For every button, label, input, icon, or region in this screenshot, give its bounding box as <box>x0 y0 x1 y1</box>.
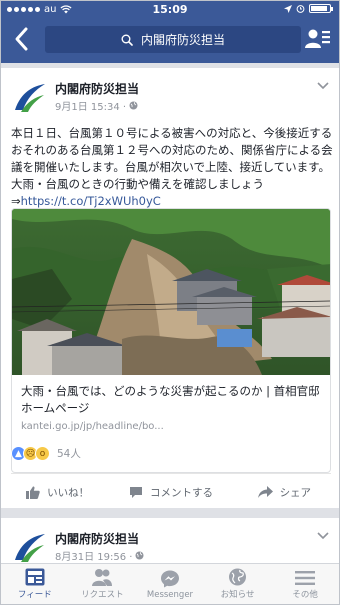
tab-label: Messenger <box>146 590 194 600</box>
wow-reaction-icon: o <box>35 446 50 461</box>
messenger-icon <box>160 570 179 588</box>
chevron-down-icon[interactable] <box>317 82 329 90</box>
nav-bar: 内閣府防災担当 <box>1 23 339 57</box>
page-name[interactable]: 内閣府防災担当 <box>55 530 139 547</box>
link-preview[interactable]: 大雨・台風では、どのような災害が起こるのか | 首相官邸ホームページ kante… <box>11 208 331 473</box>
tab-feed[interactable]: フィード <box>1 564 69 604</box>
tab-notifications[interactable]: お知らせ <box>204 564 272 604</box>
share-arrow-icon <box>257 486 273 498</box>
tab-label: リクエスト <box>81 590 124 600</box>
link-preview-domain: kantei.go.jp/jp/headline/bo... <box>21 421 164 432</box>
comment-icon <box>129 486 142 498</box>
share-label: シェア <box>279 486 312 499</box>
share-button[interactable]: シェア <box>228 478 339 506</box>
divider <box>11 473 331 474</box>
alarm-icon <box>296 5 305 13</box>
reaction-count: 54人 <box>57 448 81 460</box>
globe-icon <box>229 568 247 586</box>
comment-label: コメントする <box>149 486 213 499</box>
post-timestamp[interactable]: 8月31日 19:56 · <box>55 548 132 563</box>
search-text: 内閣府防災担当 <box>140 33 225 47</box>
tab-label: お知らせ <box>220 590 255 600</box>
tab-more[interactable]: その他 <box>271 564 339 604</box>
location-arrow-icon <box>284 4 292 13</box>
link-preview-image <box>12 209 330 375</box>
page-avatar[interactable] <box>11 80 47 116</box>
post-actions: いいね！ コメントする シェア <box>1 478 339 506</box>
thumbs-up-icon <box>26 486 40 499</box>
post-meta: 9月1日 15:34 · <box>55 98 138 113</box>
globe-privacy-icon <box>129 101 138 110</box>
feed-icon <box>25 568 45 586</box>
tab-label: その他 <box>292 590 318 600</box>
feed-post: 内閣府防災担当 8月31日 19:56 · <box>1 518 339 568</box>
post-body: 本日１日、台風第１０号による被害への対応と、今後接近するおそれのある台風第１２号… <box>11 125 333 210</box>
link-preview-title[interactable]: 大雨・台風では、どのような災害が起こるのか | 首相官邸ホームページ <box>21 383 325 417</box>
top-bar: au 15:09 内閣府防災担当 <box>1 1 339 63</box>
tab-label: フィード <box>17 590 52 600</box>
reaction-summary[interactable]: ▲ ☹ o 54人 <box>11 446 81 461</box>
like-button[interactable]: いいね！ <box>1 478 114 506</box>
menu-icon <box>295 571 316 585</box>
phone-screen: au 15:09 内閣府防災担当 内閣府防災担当 9月1日 15:34 · 本日… <box>0 0 340 605</box>
feed-post: 内閣府防災担当 9月1日 15:34 · 本日１日、台風第１０号による被害への対… <box>1 68 339 508</box>
post-body-link[interactable]: https://t.co/Tj2xWUh0yC <box>21 194 161 208</box>
tab-messenger[interactable]: Messenger <box>136 564 204 604</box>
friends-list-icon[interactable] <box>305 27 331 51</box>
bottom-tab-bar: フィード リクエスト Messenger お知らせ その他 <box>1 563 339 604</box>
friend-requests-icon <box>92 569 113 586</box>
tab-friend-requests[interactable]: リクエスト <box>69 564 137 604</box>
back-arrow-icon[interactable] <box>11 25 33 53</box>
page-avatar[interactable] <box>11 530 47 566</box>
page-name[interactable]: 内閣府防災担当 <box>55 80 139 97</box>
battery-icon <box>309 4 333 13</box>
post-timestamp[interactable]: 9月1日 15:34 · <box>55 98 126 113</box>
search-field[interactable]: 内閣府防災担当 <box>45 26 301 53</box>
like-label: いいね！ <box>47 486 90 499</box>
post-meta: 8月31日 19:56 · <box>55 548 144 563</box>
globe-privacy-icon <box>135 551 144 560</box>
status-bar: au 15:09 <box>1 1 339 19</box>
chevron-down-icon[interactable] <box>317 532 329 540</box>
comment-button[interactable]: コメントする <box>114 478 227 506</box>
search-icon <box>121 34 133 46</box>
